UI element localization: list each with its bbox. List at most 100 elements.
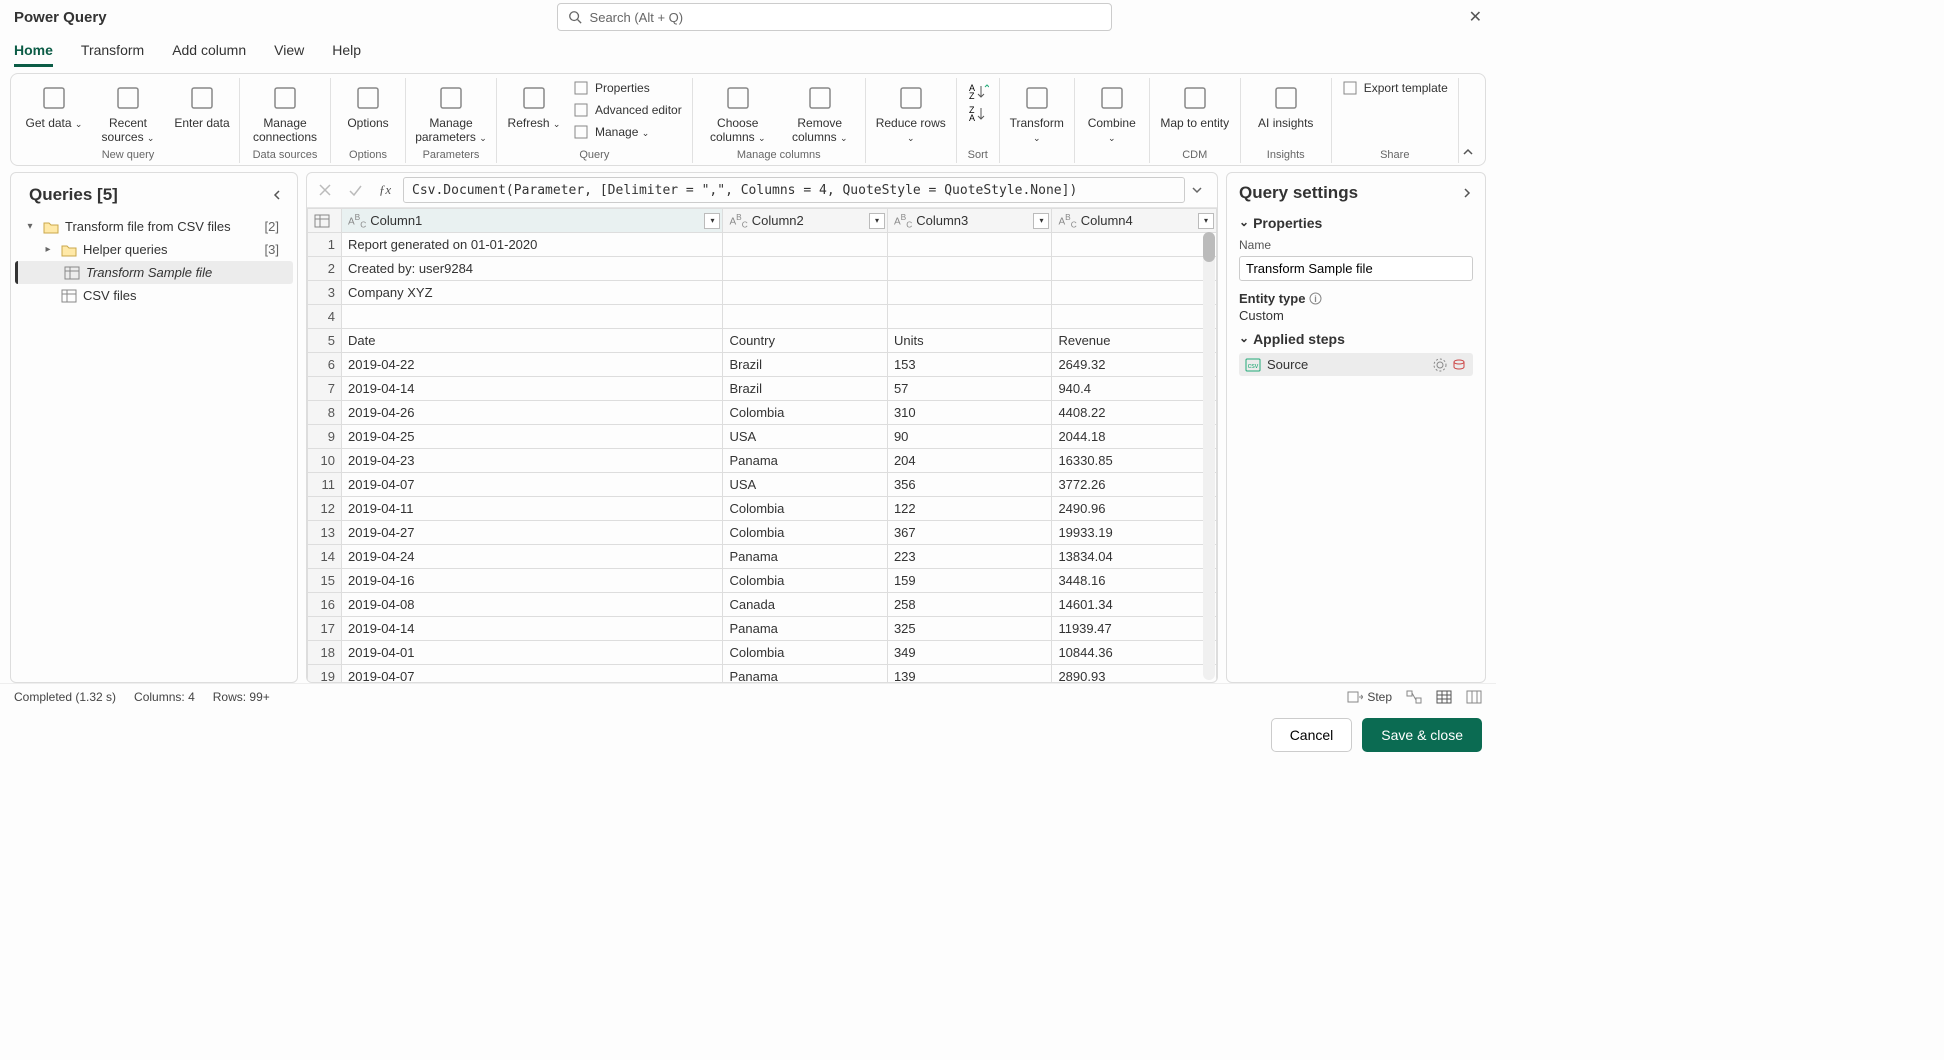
tree-node-transform-file-from-csv-files[interactable]: ▾Transform file from CSV files[2] xyxy=(15,215,293,238)
cell[interactable]: 2019-04-22 xyxy=(342,353,723,377)
cell[interactable]: Colombia xyxy=(723,401,888,425)
sort-asc-button[interactable]: AZ xyxy=(967,82,989,100)
ribbon-export-template-button[interactable]: Export template xyxy=(1338,78,1452,98)
cell[interactable]: 2019-04-14 xyxy=(342,377,723,401)
cell[interactable] xyxy=(1052,305,1217,329)
cell[interactable] xyxy=(1052,257,1217,281)
cell[interactable]: 2019-04-24 xyxy=(342,545,723,569)
cell[interactable]: 2490.96 xyxy=(1052,497,1217,521)
close-button[interactable]: ✕ xyxy=(1469,7,1482,27)
tab-add-column[interactable]: Add column xyxy=(172,38,246,67)
cell[interactable]: 57 xyxy=(887,377,1052,401)
table-row[interactable]: 102019-04-23Panama20416330.85 xyxy=(308,449,1217,473)
cell[interactable]: 13834.04 xyxy=(1052,545,1217,569)
tab-transform[interactable]: Transform xyxy=(81,38,144,67)
cell[interactable]: 139 xyxy=(887,665,1052,682)
cell[interactable]: Colombia xyxy=(723,569,888,593)
properties-section-header[interactable]: Properties xyxy=(1239,215,1473,231)
ribbon-refresh-button[interactable]: Refresh ⌄ xyxy=(503,78,565,133)
cell[interactable]: 16330.85 xyxy=(1052,449,1217,473)
cell[interactable]: USA xyxy=(723,473,888,497)
table-row[interactable]: 192019-04-07Panama1392890.93 xyxy=(308,665,1217,682)
query-name-input[interactable] xyxy=(1239,256,1473,281)
cell[interactable]: 204 xyxy=(887,449,1052,473)
cell[interactable]: Report generated on 01-01-2020 xyxy=(342,233,723,257)
cell[interactable]: 2019-04-07 xyxy=(342,473,723,497)
diagram-view-button[interactable] xyxy=(1406,690,1422,704)
cell[interactable]: 90 xyxy=(887,425,1052,449)
cell[interactable]: Panama xyxy=(723,617,888,641)
cell[interactable]: 2019-04-27 xyxy=(342,521,723,545)
cell[interactable]: 367 xyxy=(887,521,1052,545)
table-row[interactable]: 4 xyxy=(308,305,1217,329)
cell[interactable]: Panama xyxy=(723,665,888,682)
cell[interactable]: 940.4 xyxy=(1052,377,1217,401)
ribbon-manage-button[interactable]: Manage ⌄ xyxy=(569,122,686,142)
table-row[interactable]: 62019-04-22Brazil1532649.32 xyxy=(308,353,1217,377)
table-row[interactable]: 132019-04-27Colombia36719933.19 xyxy=(308,521,1217,545)
column-header-column1[interactable]: ABCColumn1▾ xyxy=(342,209,723,233)
cell[interactable]: 2019-04-08 xyxy=(342,593,723,617)
cell[interactable]: 223 xyxy=(887,545,1052,569)
cell[interactable]: Revenue xyxy=(1052,329,1217,353)
cell[interactable]: 122 xyxy=(887,497,1052,521)
table-row[interactable]: 82019-04-26Colombia3104408.22 xyxy=(308,401,1217,425)
ribbon-enter-data-button[interactable]: Enter data xyxy=(171,78,233,132)
cell[interactable]: 2649.32 xyxy=(1052,353,1217,377)
settings-collapse-button[interactable] xyxy=(1461,187,1473,199)
cell[interactable]: 3448.16 xyxy=(1052,569,1217,593)
formula-confirm-button[interactable] xyxy=(343,178,367,202)
scrollbar-thumb[interactable] xyxy=(1203,232,1215,262)
tree-expander[interactable]: ▾ xyxy=(23,221,37,232)
table-row[interactable]: 92019-04-25USA902044.18 xyxy=(308,425,1217,449)
ribbon-options-button[interactable]: Options xyxy=(337,78,399,132)
tree-node-helper-queries[interactable]: ▸Helper queries[3] xyxy=(15,238,293,261)
ribbon-map-to-entity-button[interactable]: Map to entity xyxy=(1156,78,1234,132)
table-row[interactable]: 172019-04-14Panama32511939.47 xyxy=(308,617,1217,641)
cell[interactable] xyxy=(1052,281,1217,305)
table-row[interactable]: 182019-04-01Colombia34910844.36 xyxy=(308,641,1217,665)
cell[interactable]: 325 xyxy=(887,617,1052,641)
ribbon-properties-button[interactable]: Properties xyxy=(569,78,686,98)
formula-input[interactable]: Csv.Document(Parameter, [Delimiter = ","… xyxy=(403,177,1185,203)
cell[interactable]: 2019-04-23 xyxy=(342,449,723,473)
ribbon-reduce-rows-button[interactable]: Reduce rows ⌄ xyxy=(872,78,950,147)
cell[interactable] xyxy=(1052,233,1217,257)
cancel-button[interactable]: Cancel xyxy=(1271,718,1353,752)
cell[interactable]: 2019-04-25 xyxy=(342,425,723,449)
cell[interactable]: 2019-04-01 xyxy=(342,641,723,665)
tree-node-transform-sample-file[interactable]: Transform Sample file xyxy=(15,261,293,284)
cell[interactable] xyxy=(887,233,1052,257)
table-row[interactable]: 72019-04-14Brazil57940.4 xyxy=(308,377,1217,401)
column-filter-button[interactable]: ▾ xyxy=(1033,213,1049,229)
table-row[interactable]: 142019-04-24Panama22313834.04 xyxy=(308,545,1217,569)
cell[interactable]: 159 xyxy=(887,569,1052,593)
ribbon-remove-columns-button[interactable]: Remove columns ⌄ xyxy=(781,78,859,147)
tab-home[interactable]: Home xyxy=(14,38,53,67)
ribbon-ai-insights-button[interactable]: AI insights xyxy=(1247,78,1325,132)
ribbon-get-data-button[interactable]: Get data ⌄ xyxy=(23,78,85,133)
schema-view-button[interactable] xyxy=(1466,690,1482,704)
cell[interactable]: Created by: user9284 xyxy=(342,257,723,281)
cell[interactable]: 2019-04-07 xyxy=(342,665,723,682)
cell[interactable]: Units xyxy=(887,329,1052,353)
cell[interactable]: Colombia xyxy=(723,521,888,545)
ribbon-advanced-editor-button[interactable]: Advanced editor xyxy=(569,100,686,120)
table-row[interactable]: 122019-04-11Colombia1222490.96 xyxy=(308,497,1217,521)
cell[interactable]: Colombia xyxy=(723,497,888,521)
cell[interactable]: USA xyxy=(723,425,888,449)
cell[interactable]: Brazil xyxy=(723,353,888,377)
cell[interactable] xyxy=(887,257,1052,281)
cell[interactable]: 2019-04-14 xyxy=(342,617,723,641)
vertical-scrollbar[interactable] xyxy=(1203,232,1215,680)
table-row[interactable]: 162019-04-08Canada25814601.34 xyxy=(308,593,1217,617)
cell[interactable] xyxy=(342,305,723,329)
ribbon-recent-sources-button[interactable]: Recent sources ⌄ xyxy=(89,78,167,147)
cell[interactable]: 310 xyxy=(887,401,1052,425)
table-row[interactable]: 1Report generated on 01-01-2020 xyxy=(308,233,1217,257)
data-grid-scroll[interactable]: ABCColumn1▾ABCColumn2▾ABCColumn3▾ABCColu… xyxy=(307,208,1217,682)
ribbon-manage-parameters-button[interactable]: Manage parameters ⌄ xyxy=(412,78,490,147)
applied-step-source[interactable]: csv Source xyxy=(1239,353,1473,376)
cell[interactable]: 19933.19 xyxy=(1052,521,1217,545)
cell[interactable]: 356 xyxy=(887,473,1052,497)
